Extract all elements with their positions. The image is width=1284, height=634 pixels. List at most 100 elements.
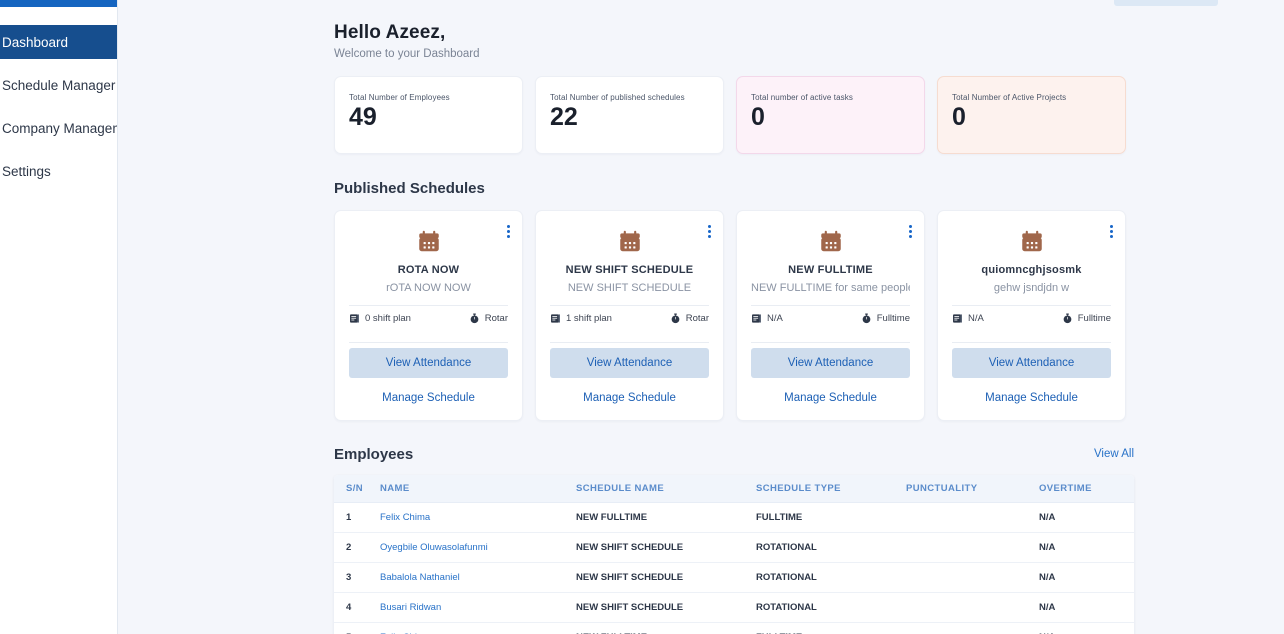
sidebar-item-company-management[interactable]: Company Management — [0, 111, 105, 145]
manage-schedule-link[interactable]: Manage Schedule — [952, 392, 1111, 404]
cell-sn: 4 — [334, 593, 380, 623]
divider — [349, 342, 508, 343]
view-all-link[interactable]: View All — [1094, 448, 1134, 460]
manage-schedule-link[interactable]: Manage Schedule — [349, 392, 508, 404]
cell-schedule-type: ROTATIONAL — [756, 533, 906, 563]
cell-punctuality — [906, 503, 1039, 533]
shift-plan-icon — [349, 313, 360, 324]
cell-schedule-type: ROTATIONAL — [756, 593, 906, 623]
top-right-accent-chip — [1114, 0, 1218, 6]
stat-card-active-projects: Total Number of Active Projects 0 — [937, 76, 1126, 154]
shift-plan-icon — [952, 313, 963, 324]
stopwatch-icon — [670, 313, 681, 324]
employee-name-link[interactable]: Babalola Nathaniel — [380, 572, 460, 583]
view-attendance-button[interactable]: View Attendance — [349, 348, 508, 378]
shift-plan-value: 0 shift plan — [365, 313, 411, 324]
published-schedules-title: Published Schedules — [334, 180, 1134, 197]
view-attendance-button[interactable]: View Attendance — [550, 348, 709, 378]
dashboard-app: Dashboard Schedule Manager Company Manag… — [0, 0, 1284, 634]
stat-value: 0 — [751, 104, 910, 132]
cell-overtime: N/A — [1039, 533, 1134, 563]
view-attendance-button[interactable]: View Attendance — [751, 348, 910, 378]
cell-overtime: N/A — [1039, 563, 1134, 593]
page-title: Hello Azeez, — [334, 22, 1134, 44]
cell-name[interactable]: Oyegbile Oluwasolafunmi — [380, 533, 576, 563]
cell-overtime: N/A — [1039, 623, 1134, 634]
divider — [952, 342, 1111, 343]
manage-schedule-link[interactable]: Manage Schedule — [751, 392, 910, 404]
schedule-card-subtitle: gehw jsndjdn w — [952, 282, 1111, 294]
employee-name-link[interactable]: Busari Ridwan — [380, 602, 441, 613]
employees-title: Employees — [334, 446, 413, 463]
schedule-card: quiomncghjsosmk gehw jsndjdn w N/A — [937, 210, 1126, 421]
cell-name[interactable]: Felix Chima — [380, 503, 576, 533]
schedule-card-title: NEW SHIFT SCHEDULE — [550, 264, 709, 276]
more-options-icon[interactable] — [909, 225, 912, 238]
content-column: Hello Azeez, Welcome to your Dashboard T… — [334, 0, 1134, 634]
stat-cards: Total Number of Employees 49 Total Numbe… — [334, 76, 1134, 154]
stopwatch-icon — [469, 313, 480, 324]
cell-sn: 5 — [334, 623, 380, 634]
column-header-sn: S/N — [334, 475, 380, 503]
sidebar-item-schedule-manager[interactable]: Schedule Manager — [0, 68, 105, 102]
sidebar-item-label: Schedule Manager — [0, 78, 115, 93]
schedule-card-title: quiomncghjsosmk — [952, 264, 1111, 276]
schedule-card: NEW FULLTIME NEW FULLTIME for same peopl… — [736, 210, 925, 421]
stat-label: Total Number of published schedules — [550, 93, 709, 102]
cell-punctuality — [906, 563, 1039, 593]
more-options-icon[interactable] — [1110, 225, 1113, 238]
divider — [550, 342, 709, 343]
cell-sn: 1 — [334, 503, 380, 533]
calendar-icon — [617, 229, 643, 255]
calendar-icon — [416, 229, 442, 255]
schedule-card-title: ROTA NOW — [349, 264, 508, 276]
cell-schedule-name: NEW SHIFT SCHEDULE — [576, 563, 756, 593]
main-content: Hello Azeez, Welcome to your Dashboard T… — [118, 0, 1284, 634]
schedule-type-value: Fulltime — [1078, 313, 1111, 324]
cell-punctuality — [906, 623, 1039, 634]
stat-card-active-tasks: Total number of active tasks 0 — [736, 76, 925, 154]
schedule-card-meta: N/A Fulltime — [751, 306, 910, 331]
employee-name-link[interactable]: Felix Chima — [380, 512, 430, 523]
stat-card-total-employees: Total Number of Employees 49 — [334, 76, 523, 154]
view-attendance-button[interactable]: View Attendance — [952, 348, 1111, 378]
cell-name[interactable]: Babalola Nathaniel — [380, 563, 576, 593]
stopwatch-icon — [1062, 313, 1073, 324]
sidebar-item-settings[interactable]: Settings — [0, 154, 105, 188]
column-header-punctuality: PUNCTUALITY — [906, 475, 1039, 503]
sidebar-nav: Dashboard Schedule Manager Company Manag… — [0, 25, 117, 188]
schedule-type-value: Fulltime — [877, 313, 910, 324]
employee-name-link[interactable]: Oyegbile Oluwasolafunmi — [380, 542, 488, 553]
cell-sn: 2 — [334, 533, 380, 563]
calendar-icon — [818, 229, 844, 255]
shift-plan-icon — [751, 313, 762, 324]
stat-label: Total Number of Active Projects — [952, 93, 1111, 102]
schedule-card: NEW SHIFT SCHEDULE NEW SHIFT SCHEDULE 1 … — [535, 210, 724, 421]
schedule-card: ROTA NOW rOTA NOW NOW 0 shift plan — [334, 210, 523, 421]
calendar-icon — [1019, 229, 1045, 255]
more-options-icon[interactable] — [708, 225, 711, 238]
employees-header: Employees View All — [334, 446, 1134, 463]
cell-schedule-type: ROTATIONAL — [756, 563, 906, 593]
table-row: 1 Felix Chima NEW FULLTIME FULLTIME N/A — [334, 503, 1134, 533]
cell-punctuality — [906, 593, 1039, 623]
shift-plan-value: N/A — [767, 313, 783, 324]
table-header-row: S/N NAME SCHEDULE NAME SCHEDULE TYPE PUN… — [334, 475, 1134, 503]
cell-name[interactable]: Felix Chima — [380, 623, 576, 634]
manage-schedule-link[interactable]: Manage Schedule — [550, 392, 709, 404]
shift-plan-icon — [550, 313, 561, 324]
sidebar-item-label: Dashboard — [0, 35, 68, 50]
schedule-type-value: Rotar — [485, 313, 508, 324]
cell-overtime: N/A — [1039, 593, 1134, 623]
more-options-icon[interactable] — [507, 225, 510, 238]
table-row: 2 Oyegbile Oluwasolafunmi NEW SHIFT SCHE… — [334, 533, 1134, 563]
stat-value: 0 — [952, 104, 1111, 132]
cell-name[interactable]: Busari Ridwan — [380, 593, 576, 623]
schedule-card-subtitle: NEW SHIFT SCHEDULE — [550, 282, 709, 294]
published-schedules-list: ROTA NOW rOTA NOW NOW 0 shift plan — [334, 210, 1134, 421]
schedule-card-meta: N/A Fulltime — [952, 306, 1111, 331]
sidebar-item-dashboard[interactable]: Dashboard — [0, 25, 118, 59]
cell-schedule-name: NEW FULLTIME — [576, 503, 756, 533]
column-header-schedule-name: SCHEDULE NAME — [576, 475, 756, 503]
table-row: 4 Busari Ridwan NEW SHIFT SCHEDULE ROTAT… — [334, 593, 1134, 623]
